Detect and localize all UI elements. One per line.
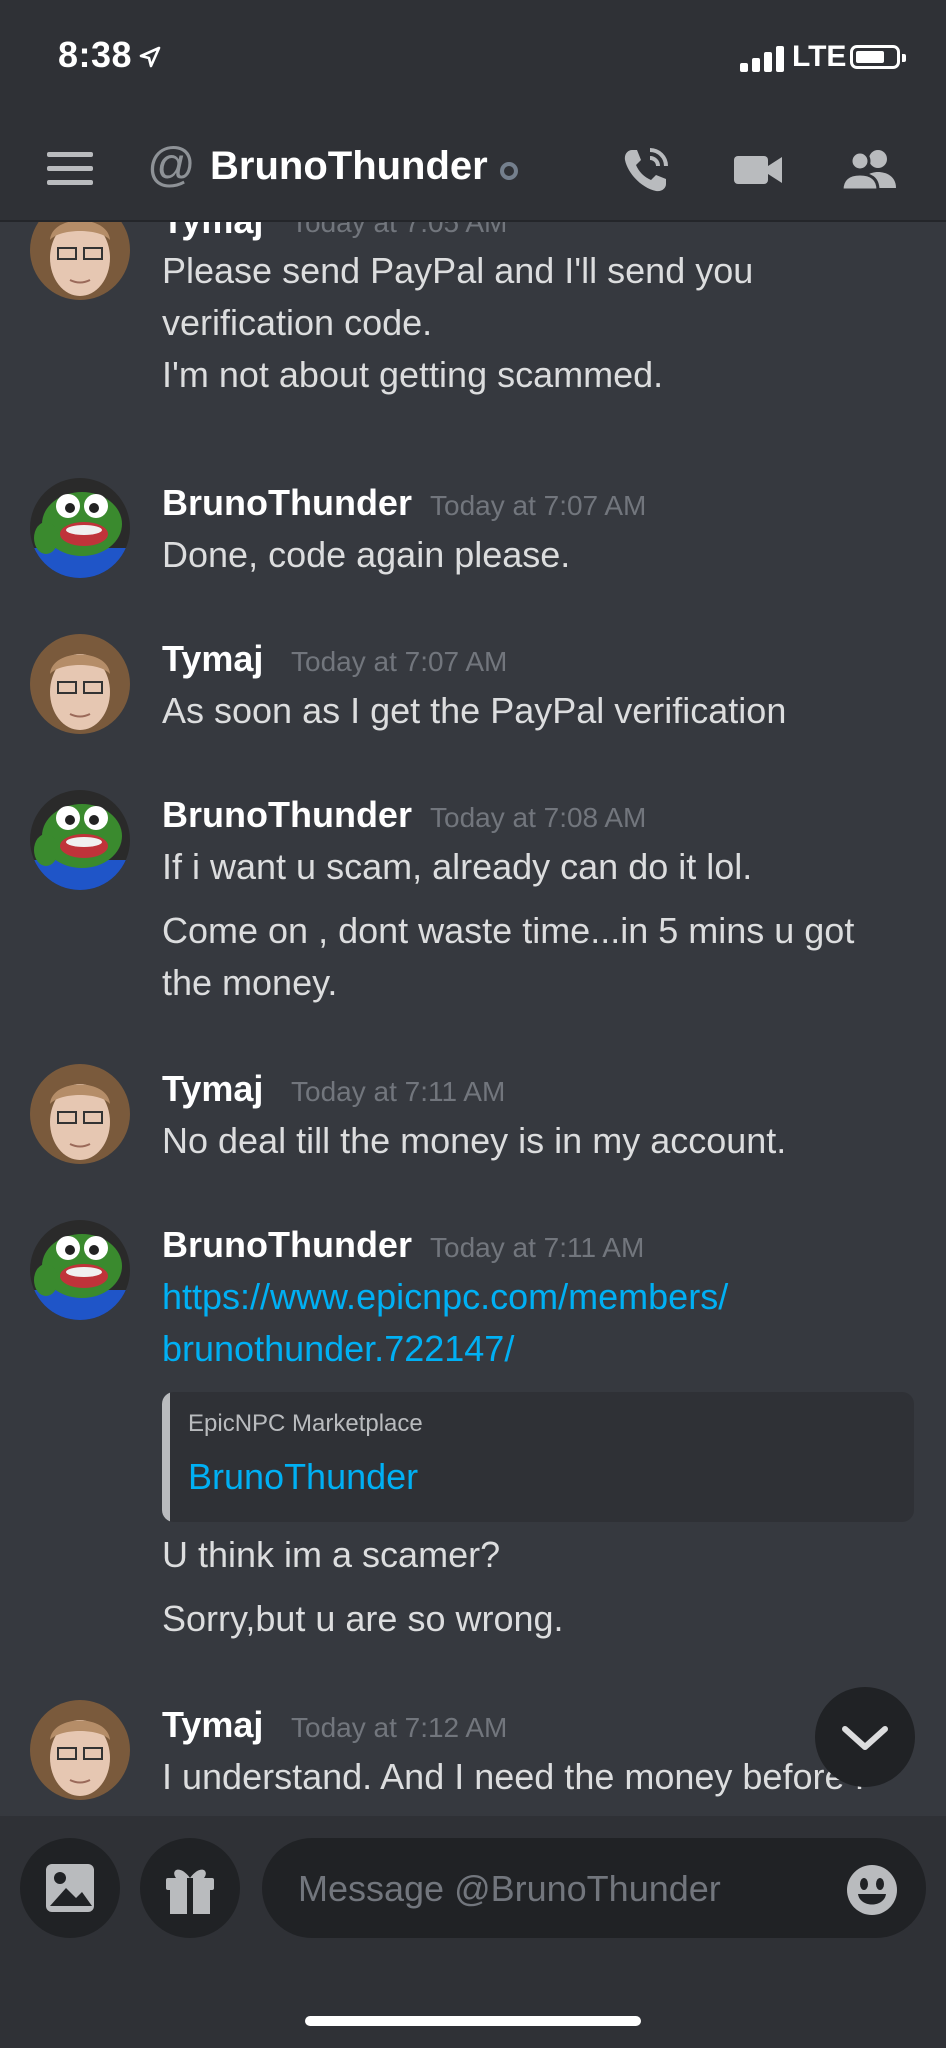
status-bar: 8:38 LTE — [0, 0, 946, 118]
avatar[interactable] — [30, 790, 130, 890]
embed-title[interactable]: BrunoThunder — [188, 1456, 418, 1498]
at-icon: @ — [147, 139, 196, 192]
message-group: Tymaj Today at 7:07 AM As soon as I get … — [0, 634, 946, 744]
message-text: Sorry,but u are so wrong. — [162, 1598, 564, 1639]
avatar[interactable] — [30, 1220, 130, 1320]
dm-username[interactable]: BrunoThunder — [210, 144, 488, 189]
message-author[interactable]: Tymaj — [162, 222, 263, 242]
message-timestamp: Today at 7:05 AM — [291, 222, 508, 238]
avatar[interactable] — [30, 222, 130, 300]
embed-accent-bar — [162, 1392, 170, 1522]
message-text: Done, code again please. — [162, 534, 571, 575]
message-text: I understand. And I need the money befor… — [162, 1756, 865, 1797]
attach-image-button[interactable] — [20, 1838, 120, 1938]
avatar[interactable] — [30, 1700, 130, 1800]
message-input[interactable]: Message @BrunoThunder — [262, 1838, 926, 1938]
menu-icon[interactable] — [47, 152, 93, 186]
chevron-down-icon — [842, 1726, 888, 1750]
gift-button[interactable] — [140, 1838, 240, 1938]
message-list[interactable]: Tymaj Today at 7:05 AM Please send PayPa… — [0, 222, 946, 1816]
message-timestamp: Today at 7:07 AM — [430, 490, 647, 521]
voice-call-icon[interactable] — [618, 142, 674, 203]
message-author[interactable]: BrunoThunder — [162, 482, 412, 524]
message-author[interactable]: Tymaj — [162, 1704, 263, 1746]
message-group: BrunoThunder Today at 7:08 AM If i want … — [0, 790, 946, 1010]
message-group: Tymaj Today at 7:05 AM Please send PayPa… — [0, 222, 946, 395]
avatar[interactable] — [30, 1064, 130, 1164]
message-text: I'm not about getting scammed. — [162, 354, 664, 395]
message-text: Please send PayPal and I'll send you — [162, 250, 754, 291]
message-group: BrunoThunder Today at 7:11 AM https://ww… — [0, 1220, 946, 1660]
location-arrow-icon — [138, 36, 162, 78]
message-text: the money. — [162, 962, 338, 1003]
jump-to-bottom-button[interactable] — [815, 1687, 915, 1787]
message-timestamp: Today at 7:07 AM — [291, 646, 508, 677]
link-embed[interactable]: EpicNPC Marketplace BrunoThunder — [162, 1392, 914, 1522]
message-author[interactable]: Tymaj — [162, 1068, 263, 1110]
message-group: BrunoThunder Today at 7:07 AM Done, code… — [0, 478, 946, 588]
message-group: Tymaj Today at 7:12 AM I understand. And… — [0, 1700, 946, 1816]
image-icon — [46, 1864, 94, 1912]
message-timestamp: Today at 7:11 AM — [430, 1232, 645, 1263]
message-text: verification code. — [162, 302, 433, 343]
message-link[interactable]: https://www.epicnpc.com/members/ — [162, 1276, 728, 1318]
emoji-icon[interactable] — [844, 1862, 900, 1923]
status-time: 8:38 — [58, 34, 162, 78]
message-group: Tymaj Today at 7:11 AM No deal till the … — [0, 1064, 946, 1174]
message-author[interactable]: Tymaj — [162, 638, 263, 680]
video-call-icon[interactable] — [730, 142, 786, 203]
gift-icon — [166, 1869, 214, 1914]
message-timestamp: Today at 7:11 AM — [291, 1076, 506, 1107]
members-icon[interactable] — [840, 142, 900, 203]
embed-provider: EpicNPC Marketplace — [188, 1410, 423, 1437]
message-text: As soon as I get the PayPal verification — [162, 690, 787, 731]
message-author[interactable]: BrunoThunder — [162, 1224, 412, 1266]
message-timestamp: Today at 7:08 AM — [430, 802, 647, 833]
message-text: U think im a scamer? — [162, 1534, 501, 1575]
avatar[interactable] — [30, 634, 130, 734]
message-text: No deal till the money is in my account. — [162, 1120, 787, 1161]
channel-header: @ BrunoThunder — [0, 118, 946, 222]
message-input-placeholder: Message @BrunoThunder — [298, 1868, 721, 1909]
message-text: If i want u scam, already can do it lol. — [162, 846, 753, 887]
message-composer: Message @BrunoThunder — [0, 1816, 946, 2048]
message-link[interactable]: brunothunder.722147/ — [162, 1328, 514, 1370]
offline-status-icon — [500, 162, 518, 180]
message-text: Come on , dont waste time...in 5 mins u … — [162, 910, 855, 951]
message-timestamp: Today at 7:12 AM — [291, 1712, 508, 1743]
message-author[interactable]: BrunoThunder — [162, 794, 412, 836]
home-indicator[interactable] — [305, 2016, 641, 2026]
network-type: LTE — [792, 40, 847, 73]
status-time-text: 8:38 — [58, 34, 133, 75]
avatar[interactable] — [30, 478, 130, 578]
signal-icon — [740, 46, 786, 72]
battery-icon — [850, 45, 906, 69]
